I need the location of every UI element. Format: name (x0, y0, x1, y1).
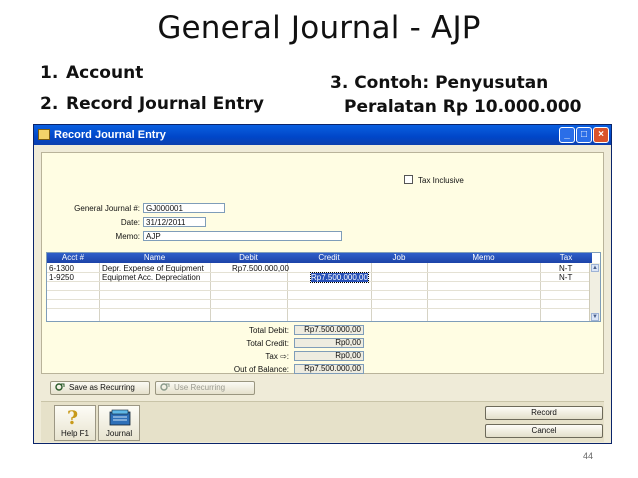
column-debit[interactable]: Debit (210, 253, 287, 263)
row-acct[interactable]: 6-1300 (49, 264, 74, 273)
journal-icon (108, 409, 132, 429)
out-of-balance-value: Rp7.500.000,00 (294, 364, 364, 374)
example-line-1: 3. Contoh: Penyusutan (330, 73, 549, 93)
bullet-account: 1. Account (40, 63, 143, 83)
row-divider (47, 308, 592, 309)
row-acct[interactable]: 1-9250 (49, 273, 74, 282)
general-journal-field[interactable]: GJ000001 (143, 203, 225, 213)
out-of-balance-label: Out of Balance: (233, 365, 289, 374)
help-label: Help F1 (60, 429, 89, 438)
row-name[interactable]: Depr. Expense of Equipment (102, 264, 204, 273)
journal-button[interactable]: Journal (98, 405, 140, 441)
save-as-recurring-button[interactable]: Save as Recurring (50, 381, 150, 395)
row-tax[interactable]: N-T (559, 273, 572, 282)
memo-label: Memo: (115, 232, 140, 241)
scroll-down-icon[interactable]: ▼ (591, 313, 599, 321)
journal-entry-panel: Tax Inclusive General Journal #: GJ00000… (41, 152, 604, 374)
window-title: Record Journal Entry (54, 129, 166, 141)
help-button[interactable]: ? Help F1 (54, 405, 96, 441)
recurring-icon (55, 383, 65, 391)
recurring-icon (160, 383, 170, 391)
use-recurring-label: Use Recurring (174, 383, 226, 392)
use-recurring-button[interactable]: Use Recurring (155, 381, 255, 395)
example-line-2: Peralatan Rp 10.000.000 (344, 97, 582, 117)
total-debit-label: Total Debit: (248, 326, 289, 335)
bullet-text: Record Journal Entry (66, 94, 264, 114)
row-name[interactable]: Equipmet Acc. Depreciation (102, 273, 200, 282)
row-debit[interactable]: Rp7.500.000,00 (232, 264, 289, 273)
tax-label[interactable]: Tax ⇨: (209, 352, 289, 361)
maximize-button[interactable]: □ (576, 127, 592, 143)
column-memo[interactable]: Memo (427, 253, 540, 263)
checkbox-box[interactable] (404, 175, 413, 184)
page-number: 44 (583, 451, 594, 461)
column-job[interactable]: Job (371, 253, 427, 263)
app-icon (38, 129, 50, 140)
memo-field[interactable]: AJP (143, 231, 342, 241)
tax-inclusive-label: Tax Inclusive (418, 176, 464, 185)
grid-scrollbar[interactable]: ▲ ▼ (589, 263, 600, 321)
bullet-record-journal: 2. Record Journal Entry (40, 94, 264, 114)
cancel-button[interactable]: Cancel (485, 424, 603, 438)
help-icon: ? (67, 407, 79, 429)
total-credit-label: Total Credit: (246, 339, 289, 348)
example-text: 3. Contoh: Penyusutan Peralatan Rp 10.00… (330, 71, 582, 119)
column-acct[interactable]: Acct # (47, 253, 99, 263)
save-as-recurring-label: Save as Recurring (69, 383, 135, 392)
scroll-up-icon[interactable]: ▲ (591, 264, 599, 272)
close-button[interactable]: × (593, 127, 609, 143)
record-button[interactable]: Record (485, 406, 603, 420)
slide-title: General Journal - AJP (157, 10, 481, 46)
window-titlebar[interactable]: Record Journal Entry _ □ × (34, 125, 611, 145)
date-field[interactable]: 31/12/2011 (143, 217, 206, 227)
column-credit[interactable]: Credit (287, 253, 371, 263)
column-tax[interactable]: Tax (540, 253, 592, 263)
tax-inclusive-checkbox[interactable]: Tax Inclusive (404, 175, 464, 185)
column-name[interactable]: Name (99, 253, 210, 263)
row-divider (47, 299, 592, 300)
bottom-toolbar: ? Help F1 Journal Record Cancel (41, 401, 604, 442)
tax-value: Rp0,00 (294, 351, 364, 361)
bullet-number: 1. (40, 63, 59, 83)
journal-grid[interactable]: Acct # Name Debit Credit Job Memo Tax 6-… (46, 252, 601, 322)
date-label: Date: (120, 218, 140, 227)
minimize-button[interactable]: _ (559, 127, 575, 143)
record-journal-entry-window: Record Journal Entry _ □ × Tax Inclusive… (33, 124, 612, 444)
journal-label: Journal (105, 429, 133, 438)
row-tax[interactable]: N-T (559, 264, 572, 273)
row-divider (47, 290, 592, 291)
total-debit-value: Rp7.500.000,00 (294, 325, 364, 335)
bullet-number: 2. (40, 94, 59, 114)
bullet-text: Account (66, 63, 144, 83)
row-credit-selected[interactable]: Rp7.500.000,00 (310, 272, 369, 283)
grid-header: Acct # Name Debit Credit Job Memo Tax (47, 253, 592, 263)
total-credit-value: Rp0,00 (294, 338, 364, 348)
general-journal-label: General Journal #: (74, 204, 140, 213)
